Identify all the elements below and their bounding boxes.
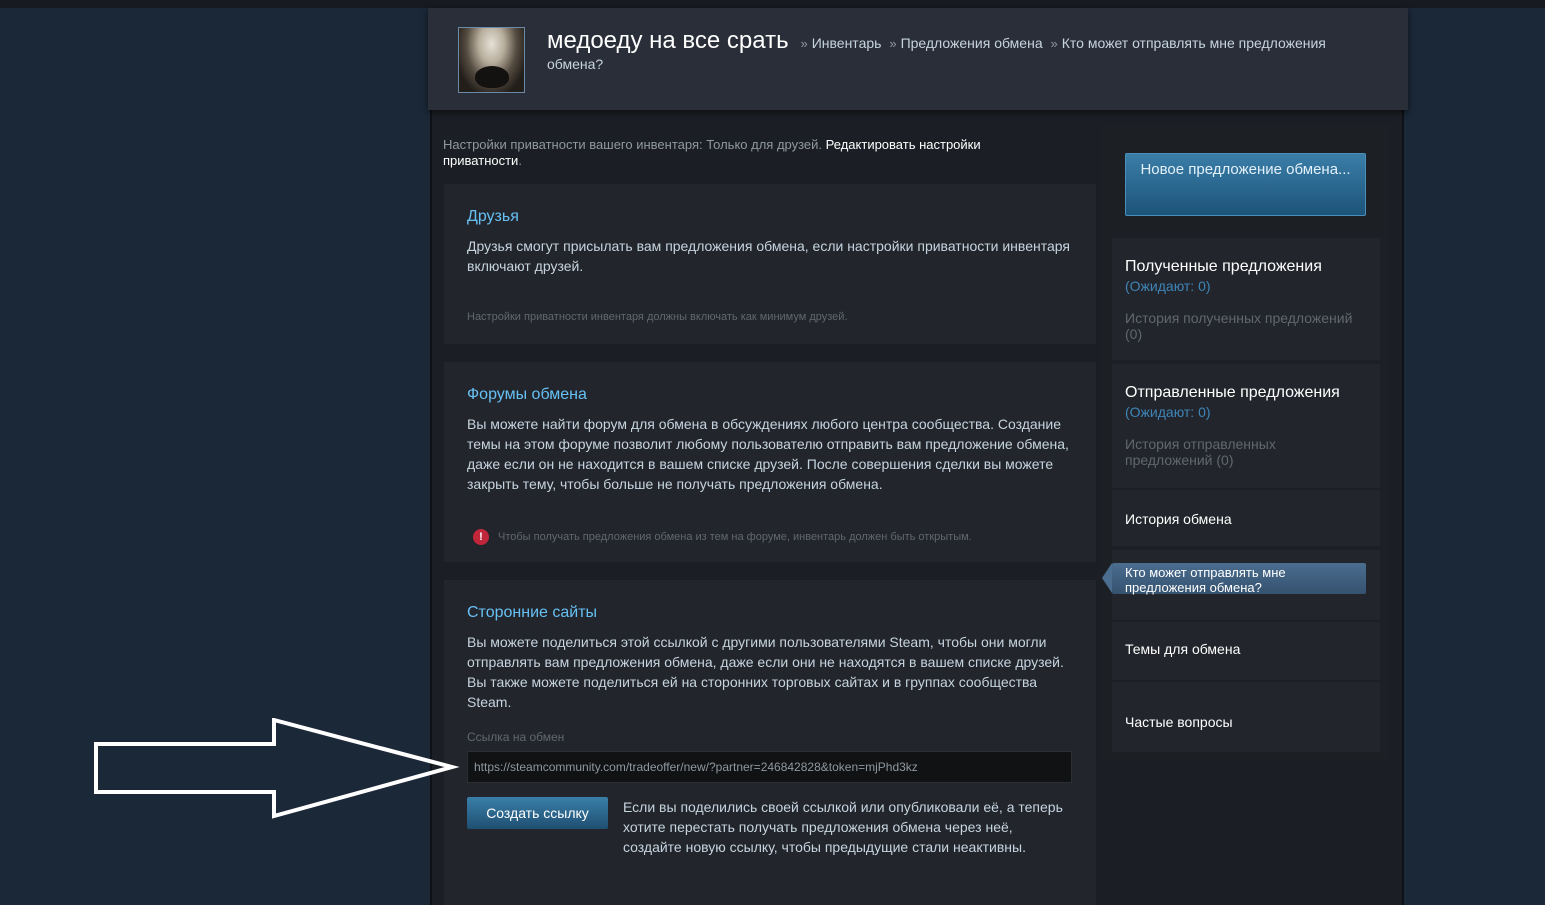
privacy-status-text: Настройки приватности вашего инвентаря: … (443, 137, 823, 152)
arrow-shape (94, 718, 460, 819)
breadcrumb: медоеду на все срать » Инвентарь » Предлож… (547, 29, 1357, 74)
friends-description: Друзья смогут присылать вам предложения … (467, 238, 1070, 274)
trade-history-link[interactable]: История обмена (1125, 511, 1232, 527)
create-link-button[interactable]: Создать ссылку (467, 797, 608, 829)
breadcrumb-separator: » (1050, 36, 1058, 51)
third-party-sites-panel: Сторонние сайты Вы можете поделиться это… (444, 580, 1096, 905)
faq-link[interactable]: Частые вопросы (1125, 714, 1233, 730)
trade-forums-description: Вы можете найти форум для обмена в обсуж… (467, 416, 1069, 492)
friends-title: Друзья (467, 208, 519, 225)
trade-forums-title: Форумы обмена (467, 386, 587, 403)
avatar-image-detail (475, 66, 509, 88)
third-party-sites-description: Вы можете поделиться этой ссылкой с друг… (467, 634, 1064, 710)
profile-name-link[interactable]: медоеду на все срать (547, 27, 789, 54)
trade-url-input[interactable] (467, 751, 1072, 783)
sent-offers-link[interactable]: Отправленные предложения (1125, 384, 1340, 402)
sent-pending-count[interactable]: (Ожидают: 0) (1125, 404, 1211, 420)
friends-requirement-note: Настройки приватности инвентаря должны в… (467, 311, 848, 323)
arrow-annotation-icon (94, 718, 460, 819)
received-history-link[interactable]: История полученных предложений (0) (1125, 310, 1365, 342)
top-bar (0, 0, 1545, 8)
breadcrumb-trade-offers[interactable]: Предложения обмена (901, 35, 1043, 51)
trade-forums-warning-note: Чтобы получать предложения обмена из тем… (498, 531, 972, 543)
breadcrumb-inventory[interactable]: Инвентарь (812, 35, 882, 51)
who-can-send-link[interactable]: Кто может отправлять мне предложения обм… (1112, 563, 1366, 595)
trade-topics-link[interactable]: Темы для обмена (1125, 641, 1240, 657)
received-pending-count[interactable]: (Ожидают: 0) (1125, 278, 1211, 294)
sent-history-link[interactable]: История отправленных предложений (0) (1125, 436, 1365, 468)
inventory-privacy-note: Настройки приватности вашего инвентаря: … (443, 137, 1063, 169)
trade-offers-sidebar: Новое предложение обмена... Полученные п… (1102, 124, 1390, 760)
new-trade-offer-button[interactable]: Новое предложение обмена... (1125, 153, 1366, 216)
friends-panel: Друзья Друзья смогут присылать вам предл… (444, 184, 1096, 344)
trade-forums-panel: Форумы обмена Вы можете найти форум для … (444, 362, 1096, 562)
breadcrumb-separator: » (889, 36, 897, 51)
faq-block: Частые вопросы (1112, 682, 1380, 752)
profile-avatar[interactable] (458, 27, 525, 93)
warning-icon: ! (473, 529, 489, 545)
third-party-sites-title: Сторонние сайты (467, 604, 598, 621)
page-header: медоеду на все срать » Инвентарь » Предлож… (428, 8, 1408, 110)
sent-offers-block: Отправленные предложения (Ожидают: 0) Ис… (1112, 364, 1380, 488)
received-offers-block: Полученные предложения (Ожидают: 0) Исто… (1112, 238, 1380, 360)
trade-history-block: История обмена (1112, 490, 1380, 546)
trade-topics-block: Темы для обмена (1112, 622, 1380, 680)
breadcrumb-separator: » (800, 36, 808, 51)
create-link-description: Если вы поделились своей ссылкой или опу… (623, 799, 1063, 855)
active-item-pointer (1102, 563, 1112, 593)
trade-url-label: Ссылка на обмен (467, 730, 565, 744)
privacy-period: . (518, 153, 522, 168)
received-offers-link[interactable]: Полученные предложения (1125, 258, 1322, 276)
